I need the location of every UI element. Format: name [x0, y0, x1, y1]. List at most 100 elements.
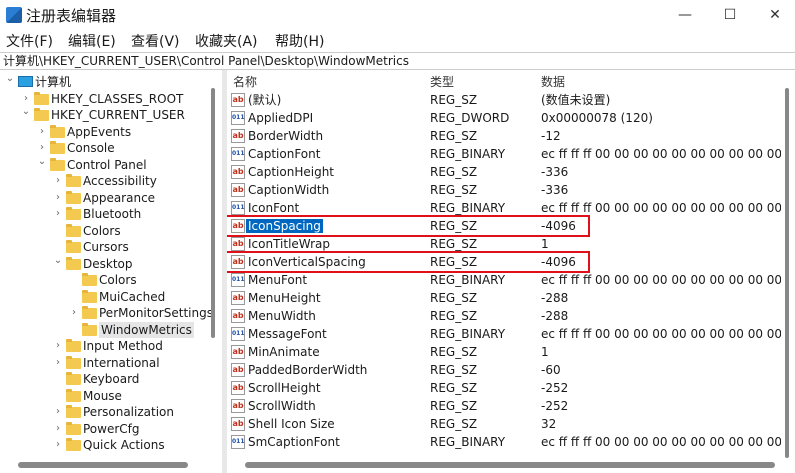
tree-item[interactable]: › Quick Actions — [0, 437, 220, 453]
value-data: -336 — [541, 165, 569, 179]
tree-item-label: Cursors — [83, 240, 129, 254]
close-button[interactable]: ✕ — [760, 4, 790, 26]
value-name: Shell Icon Size — [248, 415, 335, 433]
value-data: ec ff ff ff 00 00 00 00 00 00 00 00 00 0… — [541, 147, 781, 161]
chevron-right-icon[interactable]: › — [37, 124, 47, 140]
chevron-right-icon[interactable]: › — [53, 338, 63, 354]
tree-item-label: Accessibility — [83, 174, 157, 188]
tree-item[interactable]: Colors — [0, 272, 220, 288]
tree-horizontal-scrollbar[interactable] — [18, 462, 188, 468]
chevron-right-icon[interactable]: › — [53, 190, 63, 206]
menu-file[interactable]: 文件(F) — [6, 31, 53, 51]
tree-item[interactable]: › Console — [0, 140, 220, 156]
string-value-icon: ab — [231, 183, 245, 197]
value-row[interactable]: 011 SmCaptionFont REG_BINARY ec ff ff ff 00… — [227, 433, 787, 451]
chevron-right-icon[interactable]: › — [69, 305, 79, 321]
list-vertical-scrollbar[interactable] — [785, 88, 789, 458]
value-data: -288 — [541, 291, 569, 305]
tree-item[interactable]: › International — [0, 355, 220, 371]
folder-icon — [82, 273, 97, 286]
column-header-name[interactable]: 名称 — [233, 73, 257, 90]
tree-item[interactable]: › AppEvents — [0, 124, 220, 140]
tree-item[interactable]: Cursors — [0, 239, 220, 255]
tree-item[interactable]: Colors — [0, 223, 220, 239]
tree-item[interactable]: › Accessibility — [0, 173, 220, 189]
value-row[interactable]: ab CaptionWidth REG_SZ -336 — [227, 181, 787, 199]
value-row[interactable]: ab MinAnimate REG_SZ 1 — [227, 343, 787, 361]
tree-item[interactable]: › Appearance — [0, 190, 220, 206]
folder-icon — [34, 91, 49, 105]
menu-edit[interactable]: 编辑(E) — [68, 31, 116, 51]
value-name: ScrollHeight — [248, 379, 321, 397]
tree-item[interactable]: MuiCached — [0, 289, 220, 305]
menu-view[interactable]: 查看(V) — [131, 31, 180, 51]
tree-item[interactable]: ⌄ 计算机 — [0, 71, 220, 90]
chevron-right-icon[interactable]: › — [53, 355, 63, 371]
value-row[interactable]: ab (默认) REG_SZ (数值未设置) — [227, 91, 787, 109]
tree-item[interactable]: › Personalization — [0, 404, 220, 420]
list-horizontal-scrollbar[interactable] — [245, 462, 775, 468]
value-row[interactable]: ab PaddedBorderWidth REG_SZ -60 — [227, 361, 787, 379]
value-row[interactable]: 011 AppliedDPI REG_DWORD 0x00000078 (120) — [227, 109, 787, 127]
chevron-down-icon[interactable]: ⌄ — [53, 253, 63, 269]
tree-item-label: MuiCached — [99, 289, 166, 304]
column-header-type[interactable]: 类型 — [430, 73, 454, 90]
value-row[interactable]: ab BorderWidth REG_SZ -12 — [227, 127, 787, 145]
tree-item-label: Mouse — [83, 388, 122, 403]
value-name: BorderWidth — [248, 127, 323, 145]
value-data: -60 — [541, 363, 561, 377]
tree-item[interactable]: Keyboard — [0, 371, 220, 387]
chevron-down-icon[interactable]: ⌄ — [5, 71, 15, 87]
value-name-text: SmCaptionFont — [248, 435, 340, 449]
address-bar[interactable]: 计算机\HKEY_CURRENT_USER\Control Panel\Desk… — [0, 52, 795, 70]
value-type: REG_BINARY — [430, 147, 506, 161]
value-data: (数值未设置) — [541, 93, 611, 107]
value-row[interactable]: 011 MessageFont REG_BINARY ec ff ff ff 00 0… — [227, 325, 787, 343]
column-header-data[interactable]: 数据 — [541, 73, 565, 90]
tree-vertical-scrollbar[interactable] — [211, 88, 215, 338]
chevron-right-icon[interactable]: › — [53, 437, 63, 453]
value-type: REG_SZ — [430, 309, 478, 323]
tree-item[interactable]: Mouse — [0, 388, 220, 404]
value-row[interactable]: ab ScrollWidth REG_SZ -252 — [227, 397, 787, 415]
value-row[interactable]: ab MenuWidth REG_SZ -288 — [227, 307, 787, 325]
value-row[interactable]: ab CaptionHeight REG_SZ -336 — [227, 163, 787, 181]
value-name-text: ScrollWidth — [248, 399, 316, 413]
chevron-right-icon[interactable]: › — [53, 404, 63, 420]
tree-item[interactable]: › Bluetooth — [0, 206, 220, 222]
folder-icon — [66, 223, 81, 237]
chevron-right-icon[interactable]: › — [53, 173, 63, 189]
value-row[interactable]: 011 MenuFont REG_BINARY ec ff ff ff 00 00 0… — [227, 271, 787, 289]
value-row[interactable]: ab MenuHeight REG_SZ -288 — [227, 289, 787, 307]
folder-icon — [66, 190, 81, 204]
value-row[interactable]: ab IconSpacing REG_SZ -4096 — [227, 215, 787, 237]
value-row[interactable]: ab Shell Icon Size REG_SZ 32 — [227, 415, 787, 433]
tree-item-label: WindowMetrics — [99, 321, 194, 338]
value-row[interactable]: 011 CaptionFont REG_BINARY ec ff ff ff 00 0… — [227, 145, 787, 163]
maximize-button[interactable]: ☐ — [715, 4, 745, 26]
minimize-button[interactable]: — — [670, 4, 700, 26]
chevron-down-icon[interactable]: ⌄ — [37, 154, 47, 170]
regedit-app-icon — [6, 7, 22, 23]
menu-help[interactable]: 帮助(H) — [275, 31, 324, 51]
tree-item[interactable]: ⌄ Control Panel — [0, 154, 220, 173]
tree-item-label: Colors — [99, 273, 137, 287]
tree-item[interactable]: ⌄ HKEY_CURRENT_USER — [0, 104, 220, 123]
value-type: REG_SZ — [430, 399, 478, 413]
chevron-down-icon[interactable]: ⌄ — [21, 104, 31, 120]
tree-item-label: HKEY_CLASSES_ROOT — [51, 91, 184, 106]
tree-item[interactable]: WindowMetrics — [0, 321, 220, 338]
tree-item[interactable]: › Input Method — [0, 338, 220, 354]
chevron-right-icon[interactable]: › — [53, 206, 63, 222]
tree-item[interactable]: › HKEY_CLASSES_ROOT — [0, 91, 220, 107]
tree-item[interactable]: › PowerCfg — [0, 421, 220, 437]
value-row[interactable]: ab IconVerticalSpacing REG_SZ -4096 — [227, 251, 787, 273]
menu-favorites[interactable]: 收藏夹(A) — [195, 31, 258, 51]
value-row[interactable]: ab ScrollHeight REG_SZ -252 — [227, 379, 787, 397]
string-value-icon: ab — [231, 399, 245, 413]
folder-icon — [82, 322, 97, 336]
tree-item[interactable]: ⌄ Desktop — [0, 253, 220, 272]
tree-item[interactable]: › PerMonitorSettings — [0, 305, 220, 321]
chevron-right-icon[interactable]: › — [53, 421, 63, 437]
tree-item-label: Keyboard — [83, 372, 140, 386]
